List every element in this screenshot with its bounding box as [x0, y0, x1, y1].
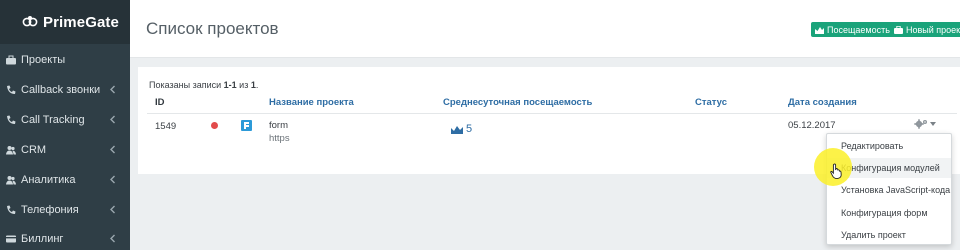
sidebar-item-telephony[interactable]: Телефония [0, 196, 130, 224]
chevron-left-icon [110, 234, 115, 243]
records-info: Показаны записи 1-1 из 1. [149, 80, 258, 90]
attendance-button-label: Посещаемость [827, 24, 890, 35]
hand-cursor-icon [830, 163, 842, 179]
sidebar-item-label: Callback звонки [21, 84, 101, 96]
sidebar-item-crm[interactable]: CRM [0, 136, 130, 164]
sidebar-item-label: Телефония [21, 204, 79, 216]
users-icon [6, 176, 16, 185]
brand-name: PrimeGate [43, 13, 119, 31]
cell-created-date: 05.12.2017 [788, 120, 836, 131]
row-actions-button[interactable] [914, 119, 936, 129]
new-project-button[interactable]: Новый проект [890, 22, 960, 37]
attendance-button[interactable]: Посещаемость [811, 22, 894, 37]
cell-project-name[interactable]: form [269, 120, 288, 131]
users-icon [6, 146, 16, 155]
sidebar-item-callback[interactable]: Callback звонки [0, 76, 130, 104]
sidebar-item-call-tracking[interactable]: Call Tracking [0, 106, 130, 134]
menu-item-js-install[interactable]: Установка JavaScript-кода [827, 180, 951, 200]
page-title: Список проектов [146, 19, 279, 38]
chevron-left-icon [110, 175, 115, 184]
sidebar-item-label: Call Tracking [21, 114, 85, 126]
area-chart-icon [815, 26, 824, 34]
area-chart-icon [451, 125, 463, 134]
records-info-range: 1-1 [223, 80, 237, 90]
caret-down-icon [930, 122, 936, 126]
briefcase-icon [6, 55, 16, 65]
page-header: Список проектов Посещаемость Новый проек… [130, 0, 960, 58]
table-divider [147, 113, 957, 114]
chevron-left-icon [110, 115, 115, 124]
records-info-prefix: Показаны записи [149, 80, 224, 90]
cell-id: 1549 [155, 121, 177, 132]
chevron-left-icon [110, 145, 115, 154]
daily-visits-value: 5 [466, 123, 473, 135]
column-header-created[interactable]: Дата создания [788, 97, 857, 108]
sidebar-item-analytics[interactable]: Аналитика [0, 166, 130, 194]
brand[interactable]: PrimeGate [0, 0, 130, 44]
credit-card-icon [6, 235, 16, 243]
column-header-id: ID [155, 97, 165, 108]
form-type-icon [241, 120, 252, 131]
gears-icon [914, 119, 927, 129]
sidebar-item-label: Аналитика [21, 174, 76, 186]
menu-item-delete[interactable]: Удалить проект [827, 225, 951, 245]
column-header-name[interactable]: Название проекта [269, 97, 354, 108]
records-info-suffix: . [255, 80, 259, 90]
status-dot-icon [211, 122, 218, 129]
column-header-status[interactable]: Статус [695, 97, 727, 108]
sidebar-item-label: Биллинг [21, 233, 64, 245]
menu-item-forms-config[interactable]: Конфигурация форм [827, 203, 951, 223]
new-project-button-label: Новый проект [906, 24, 960, 35]
sidebar-item-label: CRM [21, 144, 47, 156]
sidebar-item-billing[interactable]: Биллинг [0, 225, 130, 250]
chevron-left-icon [110, 85, 115, 94]
cell-project-protocol: https [269, 133, 290, 144]
chevron-left-icon [110, 205, 115, 214]
daily-visits-link[interactable]: 5 [451, 123, 472, 135]
column-header-daily-visits[interactable]: Среднесуточная посещаемость [443, 97, 592, 108]
row-actions-menu: Редактировать Конфигурация модулей Устан… [826, 133, 952, 245]
sidebar: PrimeGate Проекты Callback звонки Call T… [0, 0, 130, 250]
sidebar-item-projects[interactable]: Проекты [0, 46, 130, 74]
logo-icon [22, 16, 38, 27]
sidebar-item-label: Проекты [21, 54, 66, 66]
phone-icon [7, 115, 16, 124]
briefcase-icon [894, 25, 903, 34]
phone-icon [7, 205, 16, 214]
phone-icon [7, 85, 16, 94]
records-info-middle: из [236, 80, 251, 90]
